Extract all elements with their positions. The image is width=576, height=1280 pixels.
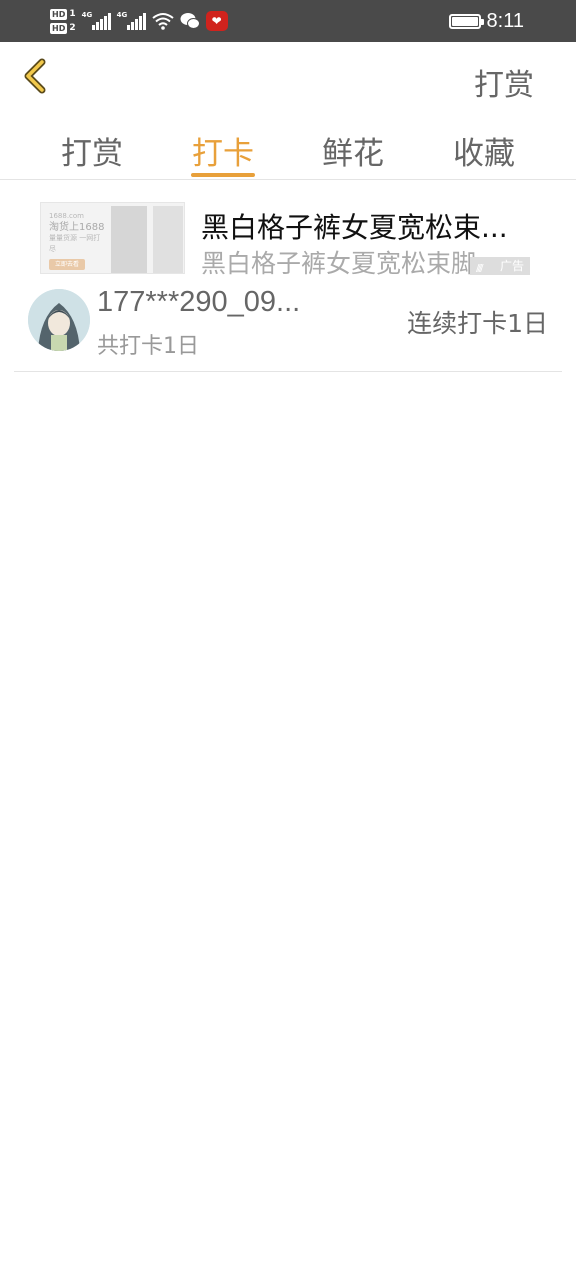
battery-icon (448, 13, 484, 29)
hd-indicator-2: HD 2 (50, 22, 76, 34)
status-bar: HD 1 HD 2 4G 4G ❤ 8:11 (0, 0, 576, 42)
total-checkin-count: 共打卡1日 (97, 334, 199, 359)
list-item[interactable]: 177***290_09... 共打卡1日 连续打卡1日 (14, 276, 562, 372)
app-notification-icon: ❤ (205, 11, 228, 31)
active-tab-indicator (191, 173, 255, 177)
ad-model-image (111, 206, 147, 273)
ad-thumb-sub: 量量货源 一网打尽 (49, 234, 101, 253)
wechat-icon (180, 13, 200, 29)
ad-badge-label: 广告 (499, 259, 524, 273)
tab-favorites[interactable]: 收藏 (434, 128, 534, 173)
signal-icon-2: 4G (116, 11, 146, 30)
network-label-1: 4G (81, 11, 93, 19)
ad-thumb-text: 1688.com 淘货上1688 量量货源 一网打尽 立即去看 (49, 211, 105, 270)
network-label-2: 4G (116, 11, 128, 19)
back-arrow-icon[interactable] (18, 56, 52, 96)
tab-checkin[interactable]: 打卡 (173, 128, 273, 173)
tab-bar: 打赏 打卡 鲜花 收藏 (0, 114, 576, 180)
hd-indicator-1: HD 1 (50, 8, 76, 20)
ad-thumb-button: 立即去看 (49, 259, 86, 270)
avatar-image (28, 289, 90, 351)
hd-sub-2: 2 (69, 23, 76, 33)
username: 177***290_09... (97, 286, 301, 318)
avatar[interactable] (28, 289, 90, 351)
app-header: 打赏 (0, 42, 576, 114)
reward-button[interactable]: 打赏 (474, 60, 534, 104)
ad-thumb-title: 淘货上1688 (49, 222, 105, 233)
status-left: HD 1 HD 2 4G 4G ❤ (50, 4, 228, 38)
ad-thumb-brand: 1688.com (49, 212, 84, 220)
streak-count: 连续打卡1日 (407, 309, 548, 338)
tab-reward[interactable]: 打赏 (42, 128, 142, 173)
status-right: 8:11 (448, 0, 524, 42)
ad-subtitle: 黑白格子裤女夏宽松束脚 (201, 249, 477, 278)
ad-banner[interactable]: 1688.com 淘货上1688 量量货源 一网打尽 立即去看 黑白格子裤女夏宽… (0, 186, 576, 278)
tab-flowers[interactable]: 鲜花 (303, 128, 403, 173)
wifi-icon (151, 13, 174, 30)
signal-icon-1: 4G (81, 11, 111, 30)
hd-sub-1: 1 (69, 9, 76, 19)
ad-title: 黑白格子裤女夏宽松束... (201, 211, 508, 244)
hd-label-2: HD (50, 22, 68, 34)
hd-label-1: HD (50, 8, 68, 20)
ad-thumbnail: 1688.com 淘货上1688 量量货源 一网打尽 立即去看 (40, 202, 185, 274)
ad-badge: //// 广告 (470, 257, 530, 275)
ad-product-image (153, 206, 183, 273)
hd-indicators: HD 1 HD 2 (50, 8, 76, 34)
clock: 8:11 (486, 9, 524, 32)
